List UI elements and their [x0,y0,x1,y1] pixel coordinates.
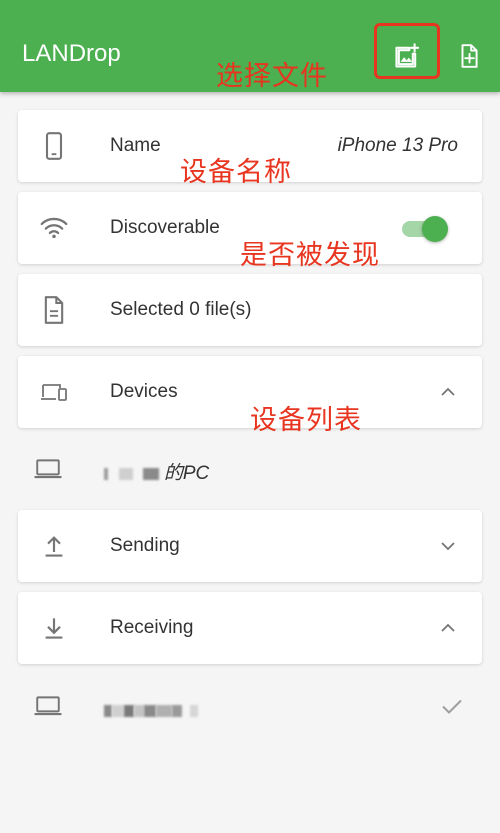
receiving-section-header[interactable]: Receiving [18,592,482,664]
toggle-thumb [422,216,448,242]
annotation-discoverable: 是否被发现 [240,240,380,271]
highlight-box [374,23,440,79]
discoverable-toggle[interactable] [402,214,448,242]
redacted-block [142,467,159,480]
redacted-block [104,467,108,480]
download-icon [40,614,68,642]
upload-icon [40,532,68,560]
annotation-device-name: 设备名称 [180,157,292,188]
device-name-text: 的PC [163,463,210,484]
redacted-block [172,704,182,717]
annotation-select-file: 选择文件 [216,61,328,92]
laptop-icon [34,455,62,483]
sending-section-header[interactable]: Sending [18,510,482,582]
devices-icon [40,378,68,406]
redacted-block [144,704,156,717]
file-icon [40,296,68,324]
redacted-block [156,704,172,717]
redacted-block [190,704,198,717]
devices-label: Devices [110,381,178,402]
wifi-icon [40,214,68,242]
discoverable-label: Discoverable [110,217,220,238]
redacted-block [112,704,124,717]
selected-files-card[interactable]: Selected 0 file(s) [18,274,482,346]
annotation-device-list: 设备列表 [250,405,362,436]
chevron-up-icon[interactable] [440,384,456,400]
smartphone-icon [40,132,68,160]
receiving-item-name [104,700,198,722]
chevron-up-icon[interactable] [440,620,456,636]
receiving-label: Receiving [110,617,194,638]
device-name: 的PC [104,458,209,485]
check-icon [442,699,462,714]
name-label: Name [110,135,161,156]
note-add-icon [461,44,478,68]
app-title: LANDrop [22,40,121,67]
pick-file-button[interactable] [447,34,491,78]
redacted-block [124,704,134,717]
chevron-down-icon[interactable] [440,538,456,554]
redacted-block [134,704,144,717]
selected-files-label: Selected 0 file(s) [110,299,252,320]
sending-label: Sending [110,535,180,556]
device-list-item[interactable]: 的PC [18,433,482,505]
name-value: iPhone 13 Pro [337,135,458,156]
redacted-block [119,467,134,480]
receiving-list-item[interactable] [18,670,482,742]
laptop-icon [34,692,62,720]
redacted-block [104,704,112,717]
